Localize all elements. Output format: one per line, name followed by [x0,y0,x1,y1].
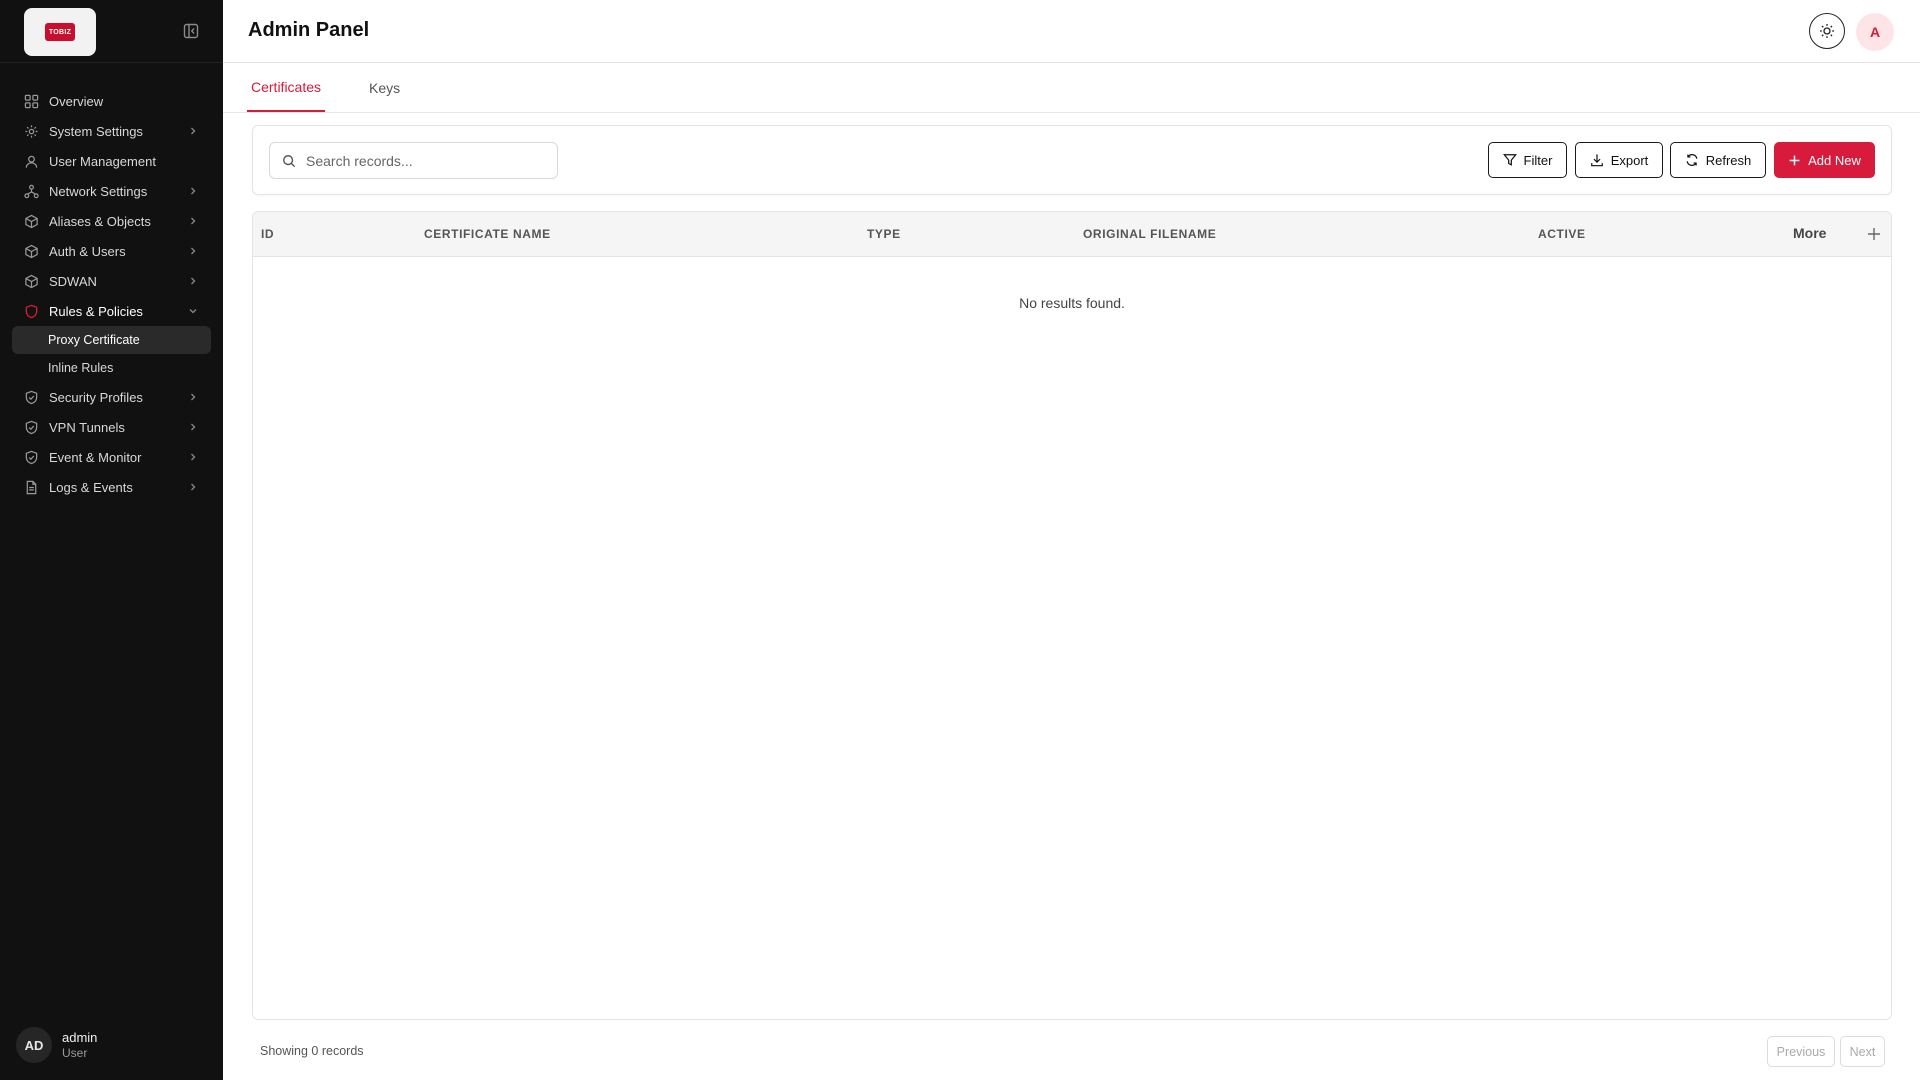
sidebar-item-label: Network Settings [49,183,148,199]
sidebar-item-label: Aliases & Objects [49,213,151,229]
sidebar-item-network-settings[interactable]: Network Settings [12,176,211,206]
sidebar-collapse-icon[interactable] [183,23,199,39]
document-icon [26,480,37,494]
column-header-type[interactable]: TYPE [867,227,901,241]
logo-mark: TOBIZ [45,23,75,41]
add-new-button[interactable]: Add New [1774,142,1875,178]
shield-check-icon [25,420,38,434]
records-table: ID CERTIFICATE NAME TYPE ORIGINAL FILENA… [252,211,1892,1020]
filter-button-label: Filter [1523,152,1553,168]
sidebar-item-label: VPN Tunnels [49,419,125,435]
refresh-button-label: Refresh [1705,152,1752,168]
sidebar-header: TOBIZ [0,0,223,63]
column-header-id[interactable]: ID [261,227,274,241]
add-column-icon[interactable] [1864,224,1884,244]
sun-icon [1820,24,1834,38]
refresh-button[interactable]: Refresh [1670,142,1766,178]
add-new-button-label: Add New [1808,152,1861,168]
download-icon [1590,154,1603,167]
table-header: ID CERTIFICATE NAME TYPE ORIGINAL FILENA… [253,212,1891,257]
chevron-right-icon [191,393,196,401]
filter-icon [1502,154,1517,166]
sidebar-item-label: Event & Monitor [49,449,142,465]
export-button[interactable]: Export [1575,142,1663,178]
sidebar-item-label: Overview [49,93,104,109]
next-page-button[interactable]: Next [1840,1036,1885,1067]
column-header-original-filename[interactable]: ORIGINAL FILENAME [1083,227,1216,241]
sidebar-item-logs-events[interactable]: Logs & Events [12,472,211,502]
chevron-right-icon [191,187,196,195]
user-role: User [62,1045,88,1060]
records-count: Showing 0 records [260,1044,364,1058]
chevron-right-icon [191,423,196,431]
column-header-active[interactable]: ACTIVE [1538,227,1586,241]
user-info: admin User [62,1030,97,1061]
sidebar-item-label: Rules & Policies [49,303,143,319]
shield-check-icon [25,390,38,404]
sidebar-item-vpn-tunnels[interactable]: VPN Tunnels [12,412,211,442]
chevron-right-icon [191,247,196,255]
sidebar-item-label: User Management [49,153,156,169]
chevron-down-icon [189,309,197,314]
chevron-right-icon [191,483,196,491]
sidebar-item-label: System Settings [49,123,143,139]
search-input[interactable] [306,152,546,169]
tab-keys[interactable]: Keys [365,63,404,112]
header-avatar[interactable]: A [1856,13,1894,51]
sidebar: TOBIZ Overview System Settings User Mana… [0,0,223,1080]
tab-bar: Certificates Keys [223,63,1920,113]
sidebar-item-rules-policies[interactable]: Rules & Policies [12,296,211,326]
toolbar-card: Filter Export Refresh Add New [252,125,1892,195]
filter-button[interactable]: Filter [1488,142,1567,178]
search-icon [283,154,296,167]
empty-state-message: No results found. [1019,295,1125,311]
sidebar-item-label: Security Profiles [49,389,143,405]
cube-icon [25,274,38,288]
sidebar-item-label: Auth & Users [49,243,126,259]
user-profile[interactable]: AD admin User [16,1027,97,1063]
column-header-certificate-name[interactable]: CERTIFICATE NAME [424,227,551,241]
sidebar-item-sdwan[interactable]: SDWAN [12,266,211,296]
user-avatar: AD [16,1027,52,1063]
top-header: Admin Panel A [223,0,1920,63]
sidebar-item-label: Logs & Events [49,479,133,495]
sidebar-nav: Overview System Settings User Management… [12,86,211,502]
sidebar-item-security-profiles[interactable]: Security Profiles [12,382,211,412]
refresh-icon [1686,154,1698,166]
sidebar-item-auth-users[interactable]: Auth & Users [12,236,211,266]
sidebar-item-label: SDWAN [49,273,97,289]
export-button-label: Export [1610,152,1649,168]
sidebar-subitem-inline-rules[interactable]: Inline Rules [12,354,211,382]
search-box [269,142,558,179]
network-icon [24,184,39,198]
tab-certificates[interactable]: Certificates [247,63,326,112]
shield-icon [25,304,38,318]
sidebar-subitem-proxy-certificate[interactable]: Proxy Certificate [12,326,211,354]
gear-icon [25,124,38,138]
previous-page-button[interactable]: Previous [1767,1036,1835,1067]
chevron-right-icon [191,217,196,225]
cube-icon [25,214,38,228]
page-title: Admin Panel [248,19,370,41]
sidebar-item-overview[interactable]: Overview [12,86,211,116]
plus-icon [1789,155,1800,165]
theme-toggle-button[interactable] [1809,13,1845,49]
shield-check-icon [25,450,38,464]
user-icon [25,155,38,168]
user-name: admin [62,1029,98,1045]
more-columns-label[interactable]: More [1793,225,1826,241]
chevron-right-icon [191,453,196,461]
chevron-right-icon [191,277,196,285]
sidebar-item-user-management[interactable]: User Management [12,146,211,176]
sidebar-item-event-monitor[interactable]: Event & Monitor [12,442,211,472]
chevron-right-icon [191,127,196,135]
sidebar-item-aliases-objects[interactable]: Aliases & Objects [12,206,211,236]
grid-icon [24,94,39,108]
cube-icon [25,244,38,258]
sidebar-item-system-settings[interactable]: System Settings [12,116,211,146]
logo[interactable]: TOBIZ [24,8,96,56]
